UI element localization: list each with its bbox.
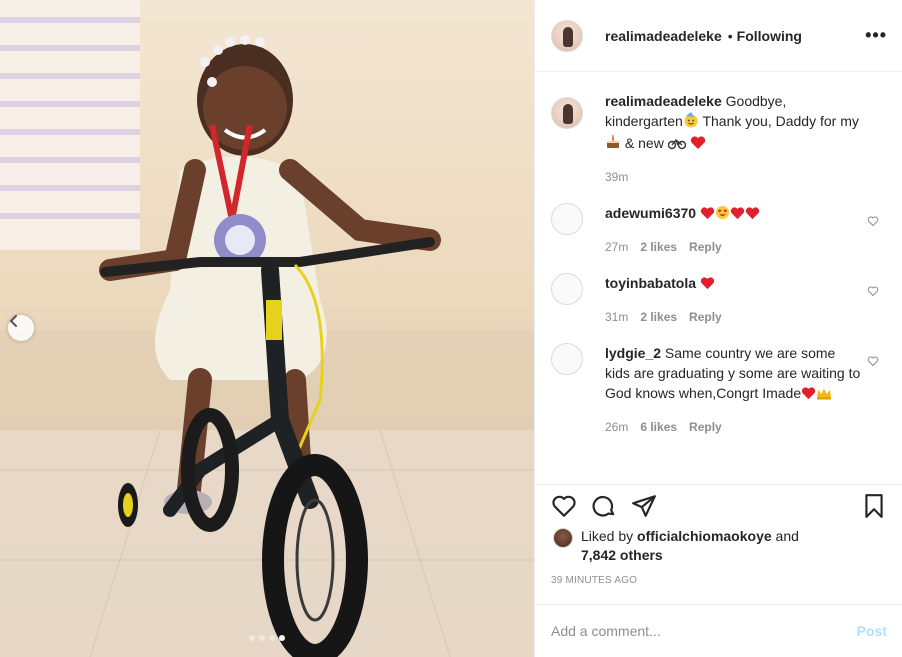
post-photo[interactable] bbox=[0, 0, 534, 657]
photo-illustration bbox=[0, 0, 534, 657]
reply-button[interactable]: Reply bbox=[689, 237, 722, 257]
comment-item: toyinbabatola 31m 2 likes Reply bbox=[551, 273, 887, 327]
bicycle-icon bbox=[667, 135, 686, 155]
reply-button[interactable]: Reply bbox=[689, 417, 722, 437]
comment-body: adewumi6370 27m 2 likes Reply bbox=[605, 203, 863, 257]
comment-input[interactable] bbox=[551, 623, 857, 639]
liker-username[interactable]: officialchiomaokoye bbox=[637, 528, 772, 544]
caption-body: realimadeadeleke Goodbye, kindergarten T… bbox=[605, 91, 863, 187]
following-button[interactable]: Following bbox=[737, 28, 802, 44]
commenter-avatar[interactable] bbox=[551, 343, 583, 375]
comment-item: lydgie_2 Same country we are some kids a… bbox=[551, 343, 887, 437]
heart-eyes-icon bbox=[715, 205, 730, 225]
comment-body: toyinbabatola 31m 2 likes Reply bbox=[605, 273, 863, 327]
likes-text: Liked by officialchiomaokoye and 7,842 o… bbox=[581, 527, 881, 565]
likes-prefix: Liked by bbox=[581, 528, 638, 544]
author-avatar[interactable] bbox=[551, 97, 583, 129]
liker-avatar[interactable] bbox=[553, 528, 573, 548]
share-paper-plane-icon[interactable] bbox=[631, 493, 657, 519]
red-heart-icon bbox=[700, 205, 715, 225]
like-heart-icon[interactable] bbox=[551, 493, 577, 519]
red-heart-icon bbox=[730, 205, 745, 225]
post-caption: realimadeadeleke Goodbye, kindergarten T… bbox=[551, 91, 887, 187]
instagram-post-modal: realimadeadeleke • Following ••• realima… bbox=[0, 0, 902, 657]
birthday-cake-icon bbox=[605, 134, 621, 155]
header-separator: • bbox=[727, 27, 733, 44]
caption-username[interactable]: realimadeadeleke bbox=[605, 93, 722, 109]
carousel-dot-active bbox=[279, 635, 285, 641]
red-heart-icon bbox=[700, 275, 715, 295]
comment-time[interactable]: 26m bbox=[605, 417, 628, 437]
carousel-dot bbox=[249, 635, 255, 641]
comment-username[interactable]: lydgie_2 bbox=[605, 345, 661, 361]
caption-text: & new bbox=[621, 135, 668, 151]
comment-meta: 31m 2 likes Reply bbox=[605, 307, 863, 327]
save-bookmark-icon[interactable] bbox=[861, 493, 887, 519]
red-heart-icon bbox=[801, 385, 816, 405]
like-comment-heart-icon[interactable] bbox=[867, 285, 879, 297]
crown-icon bbox=[816, 385, 832, 405]
comment-username[interactable]: adewumi6370 bbox=[605, 205, 696, 221]
chevron-left-icon bbox=[9, 315, 17, 327]
comment-likes[interactable]: 2 likes bbox=[640, 307, 677, 327]
previous-image-button[interactable] bbox=[8, 315, 34, 341]
comment-time[interactable]: 27m bbox=[605, 237, 628, 257]
more-horizontal-icon[interactable]: ••• bbox=[865, 26, 887, 44]
likes-summary: Liked by officialchiomaokoye and 7,842 o… bbox=[553, 527, 881, 565]
comments-list[interactable]: realimadeadeleke Goodbye, kindergarten T… bbox=[535, 73, 902, 483]
caption-meta: 39m bbox=[605, 167, 863, 187]
author-avatar[interactable] bbox=[551, 19, 583, 52]
red-heart-icon bbox=[690, 135, 706, 155]
like-comment-heart-icon[interactable] bbox=[867, 355, 879, 367]
comment-meta: 26m 6 likes Reply bbox=[605, 417, 863, 437]
post-comment-button[interactable]: Post bbox=[857, 623, 887, 639]
carousel-dot bbox=[259, 635, 265, 641]
carousel-indicator bbox=[0, 635, 534, 641]
caption-time[interactable]: 39m bbox=[605, 167, 628, 187]
post-action-bar bbox=[535, 484, 902, 524]
comment-meta: 27m 2 likes Reply bbox=[605, 237, 863, 257]
red-heart-icon bbox=[745, 205, 760, 225]
comment-item: adewumi6370 27m 2 likes Reply bbox=[551, 203, 887, 257]
likes-middle: and bbox=[771, 528, 799, 544]
comment-bubble-icon[interactable] bbox=[591, 493, 617, 519]
carousel-dot bbox=[269, 635, 275, 641]
author-username[interactable]: realimadeadeleke bbox=[605, 28, 722, 44]
comment-likes[interactable]: 2 likes bbox=[640, 237, 677, 257]
post-header: realimadeadeleke • Following ••• bbox=[535, 0, 902, 72]
likes-count[interactable]: 7,842 others bbox=[581, 547, 663, 563]
reply-button[interactable]: Reply bbox=[689, 307, 722, 327]
caption-text: Thank you, Daddy for my bbox=[698, 113, 859, 129]
party-face-icon bbox=[683, 112, 699, 133]
commenter-avatar[interactable] bbox=[551, 273, 583, 305]
commenter-avatar[interactable] bbox=[551, 203, 583, 235]
post-timestamp[interactable]: 39 MINUTES AGO bbox=[551, 575, 637, 586]
add-comment-bar: Post bbox=[535, 604, 902, 657]
post-side-panel: realimadeadeleke • Following ••• realima… bbox=[534, 0, 902, 657]
like-comment-heart-icon[interactable] bbox=[867, 215, 879, 227]
comment-body: lydgie_2 Same country we are some kids a… bbox=[605, 343, 863, 437]
comment-username[interactable]: toyinbabatola bbox=[605, 275, 696, 291]
comment-time[interactable]: 31m bbox=[605, 307, 628, 327]
comment-likes[interactable]: 6 likes bbox=[640, 417, 677, 437]
